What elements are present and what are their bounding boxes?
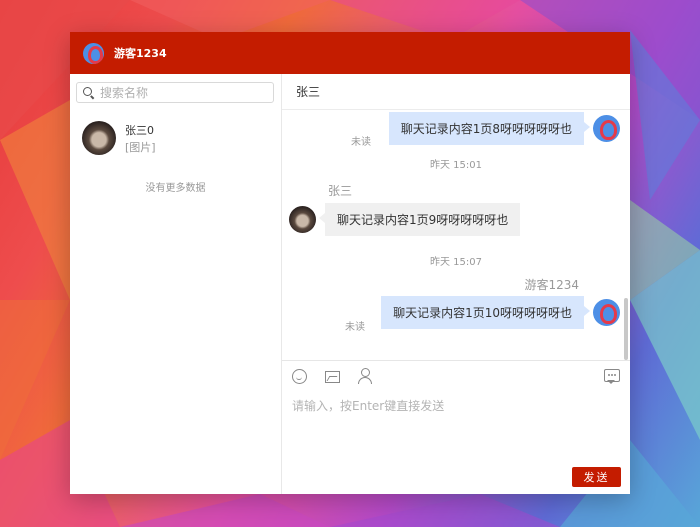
- message-input[interactable]: [292, 397, 620, 457]
- title-bar: 游客1234: [70, 32, 630, 74]
- message-composer: 发送: [282, 360, 630, 494]
- message-sender-name: 游客1234: [524, 278, 579, 292]
- send-button[interactable]: 发送: [572, 467, 621, 487]
- composer-toolbar: [282, 361, 630, 391]
- no-more-data-label: 没有更多数据: [145, 183, 206, 194]
- message-incoming: 聊天记录内容1页9呀呀呀呀呀也: [289, 203, 521, 236]
- message-bubble: 聊天记录内容1页9呀呀呀呀呀也: [318, 203, 521, 236]
- search-box[interactable]: [76, 82, 274, 103]
- search-input[interactable]: [100, 85, 260, 100]
- sender-avatar: [593, 115, 620, 142]
- message-list[interactable]: 聊天记录内容1页8呀呀呀呀呀也 未读 昨天 15:01 张三 聊天记录内容1页9…: [282, 110, 630, 360]
- message-outgoing: 聊天记录内容1页10呀呀呀呀呀也: [381, 296, 620, 329]
- message-scrollbar[interactable]: [624, 298, 628, 360]
- message-bubble: 聊天记录内容1页10呀呀呀呀呀也: [381, 296, 590, 329]
- contact-last-message: [图片]: [125, 140, 156, 154]
- contact-name: 张三0: [125, 123, 154, 137]
- contact-avatar: [82, 121, 116, 155]
- sender-avatar: [593, 299, 620, 326]
- unread-status: 未读: [345, 322, 365, 333]
- message-sender-name: 张三: [328, 184, 353, 198]
- contact-icon[interactable]: [358, 368, 374, 384]
- unread-status: 未读: [351, 137, 371, 148]
- message-bubble: 聊天记录内容1页8呀呀呀呀呀也: [388, 112, 591, 145]
- current-user-name: 游客1234: [114, 47, 167, 60]
- user-avatar[interactable]: [83, 42, 104, 64]
- chat-bubble-icon[interactable]: [604, 369, 620, 384]
- message-outgoing: 聊天记录内容1页8呀呀呀呀呀也: [388, 112, 620, 145]
- search-icon: [83, 86, 95, 99]
- chat-window: 游客1234 张三0 [图片] 没有更多数据 张三 聊天记录内容1页8呀呀呀呀呀…: [70, 32, 630, 494]
- image-icon[interactable]: [325, 370, 340, 383]
- chat-title: 张三: [282, 74, 630, 110]
- message-time: 昨天 15:07: [430, 257, 482, 268]
- contact-sidebar: 张三0 [图片] 没有更多数据: [70, 74, 282, 494]
- emoji-icon[interactable]: [292, 368, 307, 384]
- contact-item[interactable]: 张三0 [图片]: [70, 121, 281, 155]
- chat-panel: 张三 聊天记录内容1页8呀呀呀呀呀也 未读 昨天 15:01 张三 聊天记录内容…: [282, 74, 630, 494]
- sender-avatar: [289, 206, 316, 233]
- message-time: 昨天 15:01: [430, 160, 482, 171]
